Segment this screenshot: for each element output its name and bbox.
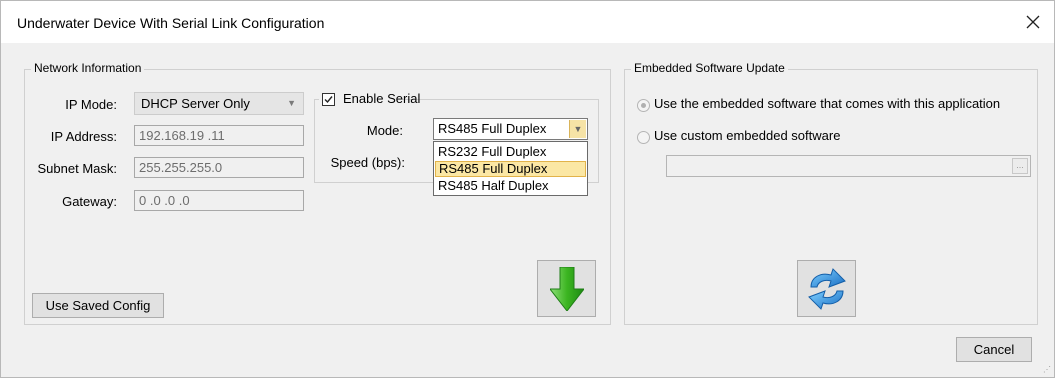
- green-down-arrow-icon: [550, 267, 584, 311]
- close-icon: [1026, 15, 1040, 29]
- enable-serial-checkbox-row[interactable]: Enable Serial: [319, 91, 420, 109]
- subnet-mask-value: 255.255.255.0: [139, 160, 223, 175]
- mode-dropdown-list: RS232 Full Duplex RS485 Full Duplex RS48…: [433, 141, 588, 196]
- speed-label: Speed (bps):: [330, 155, 405, 170]
- browse-button[interactable]: ...: [1012, 158, 1028, 174]
- radio-custom-software-label[interactable]: Use custom embedded software: [654, 128, 840, 143]
- resize-grip-icon[interactable]: ⋰: [1043, 365, 1051, 374]
- custom-software-path-field[interactable]: ...: [666, 155, 1031, 177]
- enable-serial-label: Enable Serial: [343, 91, 421, 106]
- network-information-legend: Network Information: [31, 61, 145, 75]
- cancel-button[interactable]: Cancel: [956, 337, 1032, 362]
- subnet-mask-label: Subnet Mask:: [37, 161, 118, 176]
- gateway-field[interactable]: 0 .0 .0 .0: [134, 190, 304, 211]
- dialog-window: Underwater Device With Serial Link Confi…: [0, 0, 1055, 378]
- gateway-value: 0 .0 .0 .0: [139, 193, 190, 208]
- radio-embedded-software[interactable]: [637, 99, 650, 112]
- title-bar: Underwater Device With Serial Link Confi…: [1, 1, 1054, 43]
- update-software-button[interactable]: [797, 260, 856, 317]
- ip-address-label: IP Address:: [50, 129, 117, 144]
- chevron-down-icon: ▼: [287, 98, 296, 108]
- download-config-button[interactable]: [537, 260, 596, 317]
- cancel-label: Cancel: [973, 342, 1015, 357]
- ip-address-field[interactable]: 192.168.19 .11: [134, 125, 304, 146]
- gateway-label: Gateway:: [62, 194, 117, 209]
- mode-option-rs485-half[interactable]: RS485 Half Duplex: [435, 178, 586, 194]
- blue-refresh-icon: [808, 268, 846, 310]
- ip-mode-value: DHCP Server Only: [141, 96, 250, 111]
- chevron-down-icon[interactable]: ▼: [569, 120, 586, 138]
- ip-mode-select[interactable]: DHCP Server Only ▼: [134, 92, 304, 115]
- ip-address-value: 192.168.19 .11: [139, 128, 225, 143]
- mode-value: RS485 Full Duplex: [438, 121, 547, 136]
- close-button[interactable]: [1018, 9, 1048, 35]
- checkmark-icon: [324, 96, 333, 104]
- mode-option-rs485-full[interactable]: RS485 Full Duplex: [435, 161, 586, 177]
- use-saved-config-button[interactable]: Use Saved Config: [32, 293, 164, 318]
- mode-label: Mode:: [366, 123, 403, 138]
- radio-custom-software[interactable]: [637, 131, 650, 144]
- mode-select[interactable]: RS485 Full Duplex ▼: [433, 118, 588, 140]
- enable-serial-checkbox[interactable]: [322, 93, 335, 106]
- embedded-software-legend: Embedded Software Update: [631, 61, 788, 75]
- subnet-mask-field[interactable]: 255.255.255.0: [134, 157, 304, 178]
- radio-embedded-software-label[interactable]: Use the embedded software that comes wit…: [654, 96, 1000, 111]
- mode-option-rs232-full[interactable]: RS232 Full Duplex: [435, 144, 586, 160]
- window-title: Underwater Device With Serial Link Confi…: [17, 15, 325, 31]
- use-saved-config-label: Use Saved Config: [45, 298, 151, 313]
- ip-mode-label: IP Mode:: [65, 97, 117, 112]
